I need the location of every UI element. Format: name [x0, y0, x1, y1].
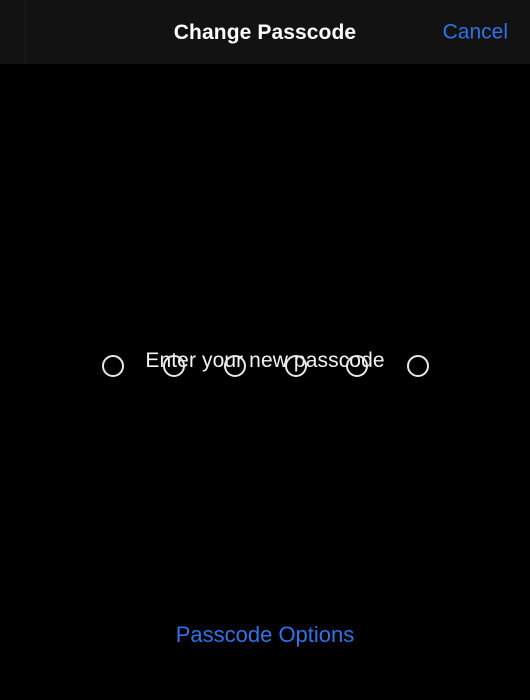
passcode-dot: [406, 355, 429, 377]
passcode-options-button[interactable]: Passcode Options: [0, 624, 530, 646]
passcode-dot: [101, 355, 124, 377]
page-title: Change Passcode: [173, 20, 357, 44]
passcode-dot: [162, 355, 185, 377]
passcode-dots-row[interactable]: [0, 355, 530, 377]
navigation-bar: Change Passcode Cancel: [0, 0, 530, 64]
navbar-edge-divider: [25, 0, 26, 64]
passcode-dot: [284, 355, 307, 377]
passcode-dot: [223, 355, 246, 377]
cancel-button[interactable]: Cancel: [443, 22, 508, 43]
passcode-entry-area: Enter your new passcode Passcode Options: [0, 64, 530, 700]
change-passcode-screen: Change Passcode Cancel Enter your new pa…: [0, 0, 530, 700]
passcode-dot: [345, 355, 368, 377]
